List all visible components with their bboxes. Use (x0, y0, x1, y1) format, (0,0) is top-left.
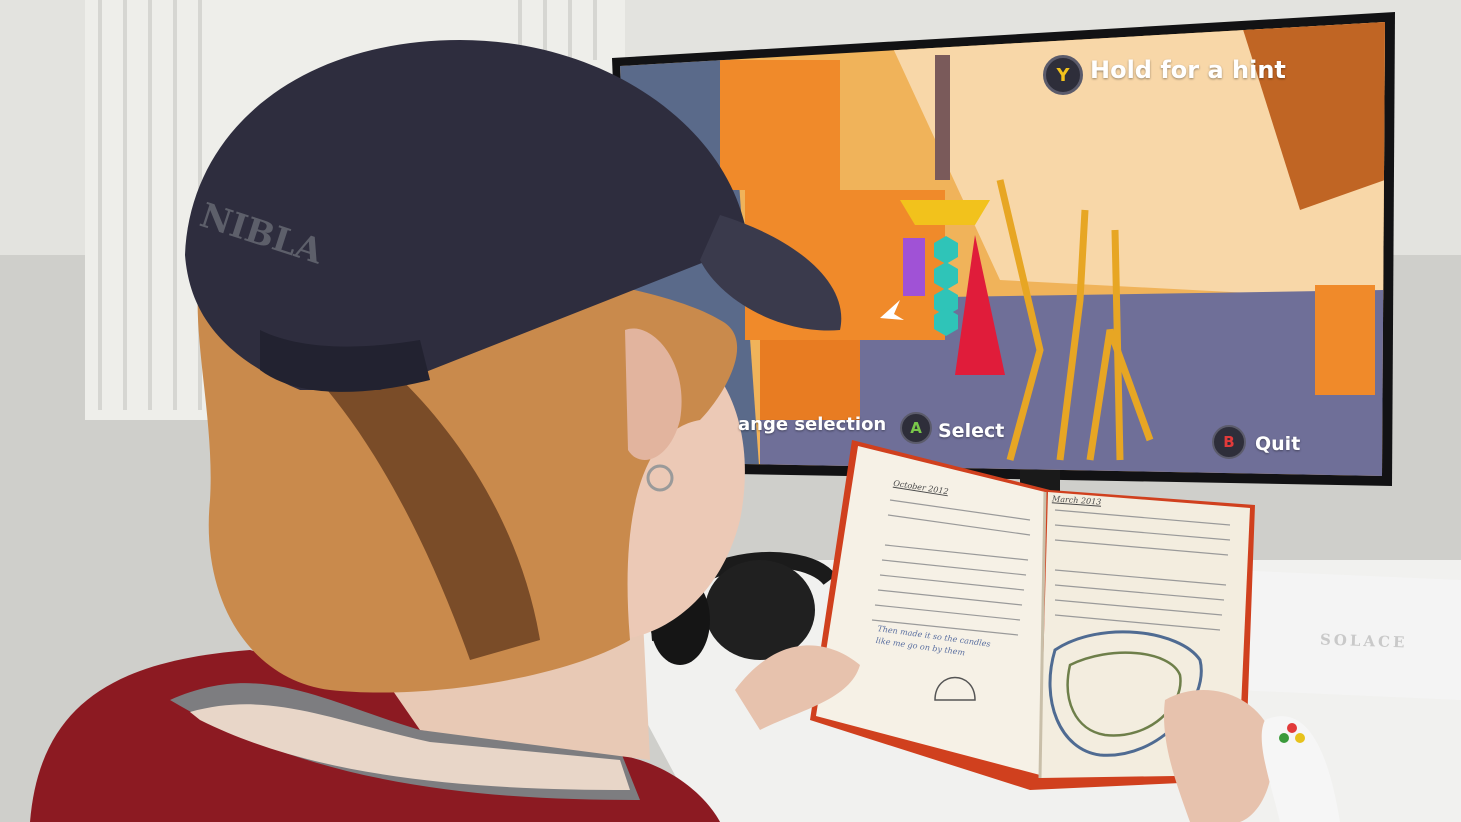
y-button-icon: Y (1043, 55, 1083, 95)
b-button-icon: B (1212, 425, 1246, 459)
select-label: Select (938, 420, 1005, 442)
box-logo-text: SOLACE (1319, 630, 1408, 652)
quit-label: Quit (1255, 433, 1301, 455)
a-button-icon: A (900, 412, 932, 444)
hint-label: Hold for a hint (1090, 56, 1286, 84)
change-selection-label: ange selection (738, 414, 887, 435)
photo-scene: NIBLA (0, 0, 1461, 822)
